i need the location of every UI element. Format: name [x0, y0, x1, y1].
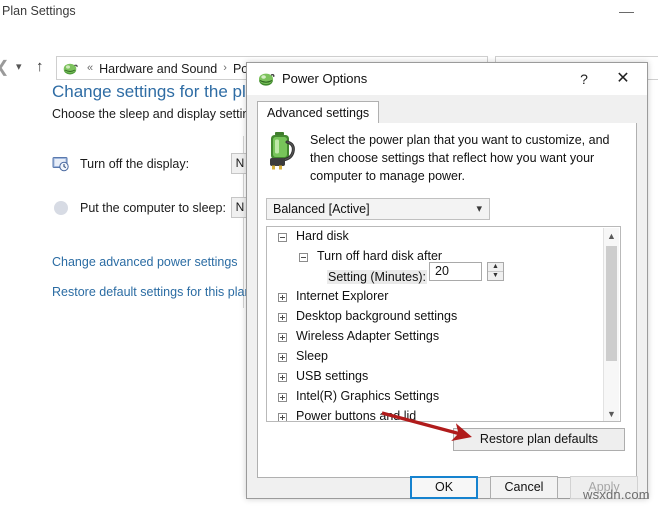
- setting-label: Put the computer to sleep:: [80, 201, 226, 215]
- breadcrumb-overflow-chevrons[interactable]: «: [82, 62, 98, 74]
- help-button[interactable]: ?: [571, 68, 597, 90]
- dialog-title: Power Options: [282, 71, 368, 86]
- tree-item-intel-graphics-settings[interactable]: Intel(R) Graphics Settings: [267, 387, 620, 407]
- minimize-button[interactable]: [612, 0, 642, 24]
- back-arrow-icon[interactable]: ❮: [0, 60, 9, 76]
- spinner-label: Setting (Minutes):: [327, 270, 427, 284]
- recent-locations-chevron-down-icon[interactable]: ▾: [16, 62, 22, 73]
- spinner-up-icon[interactable]: ▲: [488, 263, 503, 271]
- setting-row-turn-off-display: Turn off the display:: [52, 152, 189, 176]
- window-title: Plan Settings: [2, 4, 76, 18]
- cancel-button[interactable]: Cancel: [490, 476, 558, 499]
- tree-item-hard-disk[interactable]: Hard disk: [267, 227, 620, 247]
- setting-label: Turn off the display:: [80, 157, 190, 171]
- expand-icon[interactable]: [278, 312, 287, 322]
- up-arrow-icon[interactable]: ↑: [36, 59, 44, 74]
- link-restore-default-settings[interactable]: Restore default settings for this plan: [52, 285, 251, 299]
- scrollbar-thumb[interactable]: [606, 246, 617, 361]
- screenshot-root: Plan Settings ❮ ▾ ↑ « Hardware and Sou: [0, 0, 658, 508]
- expand-icon[interactable]: [278, 332, 287, 342]
- tree-item-power-buttons-and-lid[interactable]: Power buttons and lid: [267, 407, 620, 422]
- expand-icon[interactable]: [278, 292, 287, 302]
- tree-item-desktop-background-settings[interactable]: Desktop background settings: [267, 307, 620, 327]
- expand-icon[interactable]: [278, 392, 287, 402]
- advanced-settings-tree[interactable]: Hard disk Turn off hard disk after Setti…: [266, 226, 621, 422]
- expand-icon[interactable]: [278, 412, 287, 421]
- dialog-description: Select the power plan that you want to c…: [310, 133, 610, 183]
- tree-item-label: Power buttons and lid: [296, 409, 417, 422]
- setting-minutes-value: 20: [435, 264, 449, 278]
- minimize-icon: [619, 12, 634, 13]
- tree-item-sleep[interactable]: Sleep: [267, 347, 620, 367]
- tree-item-label: Sleep: [296, 349, 328, 363]
- tree-item-wireless-adapter-settings[interactable]: Wireless Adapter Settings: [267, 327, 620, 347]
- link-change-advanced-power-settings[interactable]: Change advanced power settings: [52, 255, 238, 269]
- chevron-down-icon: ▾: [476, 203, 482, 215]
- watermark: wsxdn.com: [583, 487, 650, 502]
- page-subtitle: Choose the sleep and display setting: [52, 107, 257, 121]
- tree-item-label: USB settings: [296, 369, 369, 383]
- window-titlebar: Plan Settings: [0, 0, 658, 26]
- close-icon[interactable]: ✕: [609, 68, 637, 90]
- moon-icon: [52, 199, 70, 217]
- tree-item-usb-settings[interactable]: USB settings: [267, 367, 620, 387]
- breadcrumb-item-hardware-and-sound[interactable]: Hardware and Sound: [98, 62, 218, 76]
- power-plan-select-value: Balanced [Active]: [273, 202, 370, 216]
- dialog-tabstrip: Advanced settings: [257, 101, 637, 124]
- tab-advanced-settings[interactable]: Advanced settings: [257, 101, 380, 124]
- breadcrumb-separator: ›: [223, 62, 227, 74]
- monitor-clock-icon: [52, 155, 70, 173]
- setting-minutes-stepper[interactable]: ▲ ▼: [487, 262, 504, 281]
- page-title: Change settings for the plan: [52, 82, 265, 101]
- tree-item-label: Hard disk: [296, 229, 349, 243]
- restore-plan-defaults-button[interactable]: Restore plan defaults: [453, 428, 625, 451]
- tree-item-label: Internet Explorer: [296, 289, 389, 303]
- collapse-icon[interactable]: [299, 252, 308, 262]
- tree-item-internet-explorer[interactable]: Internet Explorer: [267, 287, 620, 307]
- expand-icon[interactable]: [278, 372, 287, 382]
- tree-scrollbar[interactable]: ▲ ▼: [603, 228, 619, 421]
- control-panel-icon: [63, 63, 78, 75]
- tree-item-label: Intel(R) Graphics Settings: [296, 389, 440, 403]
- collapse-icon[interactable]: [278, 232, 287, 242]
- tree-item-label: Turn off hard disk after: [317, 249, 443, 263]
- power-options-icon: [259, 73, 275, 86]
- dialog-titlebar: Power Options ? ✕: [247, 63, 647, 95]
- setting-row-put-computer-to-sleep: Put the computer to sleep:: [52, 196, 226, 220]
- tree-item-label: Desktop background settings: [296, 309, 458, 323]
- spinner-down-icon[interactable]: ▼: [488, 272, 503, 280]
- setting-minutes-input[interactable]: 20: [429, 262, 482, 281]
- scroll-up-icon[interactable]: ▲: [604, 228, 619, 244]
- power-plan-select[interactable]: Balanced [Active] ▾: [266, 198, 490, 220]
- ok-button[interactable]: OK: [410, 476, 478, 499]
- green-battery-plug-icon: [270, 132, 295, 170]
- tree-item-label: Wireless Adapter Settings: [296, 329, 440, 343]
- scroll-down-icon[interactable]: ▼: [604, 406, 619, 421]
- navigation-bar: ❮ ▾ ↑ « Hardware and Sound › Power Optio…: [0, 26, 658, 80]
- expand-icon[interactable]: [278, 352, 287, 362]
